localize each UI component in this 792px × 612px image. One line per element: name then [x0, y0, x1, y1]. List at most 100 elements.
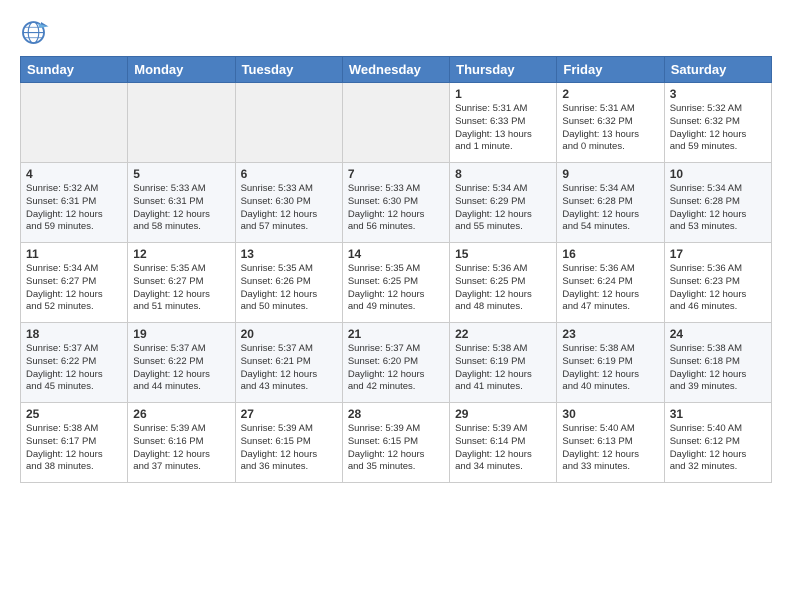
day-number: 30: [562, 407, 658, 421]
page: SundayMondayTuesdayWednesdayThursdayFrid…: [0, 0, 792, 499]
day-info: Sunrise: 5:31 AM Sunset: 6:33 PM Dayligh…: [455, 103, 551, 154]
day-number: 28: [348, 407, 444, 421]
calendar-cell: 14 Sunrise: 5:35 AM Sunset: 6:25 PM Dayli…: [342, 243, 449, 323]
calendar-cell: [235, 83, 342, 163]
day-number: 16: [562, 247, 658, 261]
day-header-saturday: Saturday: [664, 57, 771, 83]
calendar-body: 1 Sunrise: 5:31 AM Sunset: 6:33 PM Daylig…: [21, 83, 772, 483]
day-info: Sunrise: 5:39 AM Sunset: 6:15 PM Dayligh…: [241, 423, 337, 474]
day-info: Sunrise: 5:40 AM Sunset: 6:12 PM Dayligh…: [670, 423, 766, 474]
day-number: 3: [670, 87, 766, 101]
day-info: Sunrise: 5:39 AM Sunset: 6:16 PM Dayligh…: [133, 423, 229, 474]
day-info: Sunrise: 5:31 AM Sunset: 6:32 PM Dayligh…: [562, 103, 658, 154]
day-info: Sunrise: 5:34 AM Sunset: 6:28 PM Dayligh…: [562, 183, 658, 234]
day-number: 1: [455, 87, 551, 101]
day-info: Sunrise: 5:39 AM Sunset: 6:14 PM Dayligh…: [455, 423, 551, 474]
day-number: 6: [241, 167, 337, 181]
day-info: Sunrise: 5:35 AM Sunset: 6:27 PM Dayligh…: [133, 263, 229, 314]
day-info: Sunrise: 5:32 AM Sunset: 6:31 PM Dayligh…: [26, 183, 122, 234]
day-info: Sunrise: 5:35 AM Sunset: 6:26 PM Dayligh…: [241, 263, 337, 314]
week-row-1: 1 Sunrise: 5:31 AM Sunset: 6:33 PM Daylig…: [21, 83, 772, 163]
day-number: 26: [133, 407, 229, 421]
day-header-thursday: Thursday: [450, 57, 557, 83]
day-info: Sunrise: 5:38 AM Sunset: 6:19 PM Dayligh…: [455, 343, 551, 394]
day-number: 31: [670, 407, 766, 421]
day-number: 23: [562, 327, 658, 341]
day-info: Sunrise: 5:36 AM Sunset: 6:25 PM Dayligh…: [455, 263, 551, 314]
day-header-tuesday: Tuesday: [235, 57, 342, 83]
day-info: Sunrise: 5:36 AM Sunset: 6:23 PM Dayligh…: [670, 263, 766, 314]
calendar-cell: 4 Sunrise: 5:32 AM Sunset: 6:31 PM Daylig…: [21, 163, 128, 243]
day-number: 25: [26, 407, 122, 421]
day-number: 27: [241, 407, 337, 421]
day-info: Sunrise: 5:34 AM Sunset: 6:29 PM Dayligh…: [455, 183, 551, 234]
header-row: SundayMondayTuesdayWednesdayThursdayFrid…: [21, 57, 772, 83]
calendar-cell: 7 Sunrise: 5:33 AM Sunset: 6:30 PM Daylig…: [342, 163, 449, 243]
day-number: 4: [26, 167, 122, 181]
calendar-cell: 23 Sunrise: 5:38 AM Sunset: 6:19 PM Dayli…: [557, 323, 664, 403]
day-info: Sunrise: 5:37 AM Sunset: 6:21 PM Dayligh…: [241, 343, 337, 394]
calendar-cell: 19Sunrise: 5:37 AM Sunset: 6:22 PM Dayli…: [128, 323, 235, 403]
calendar-cell: 27 Sunrise: 5:39 AM Sunset: 6:15 PM Dayli…: [235, 403, 342, 483]
calendar-cell: 6 Sunrise: 5:33 AM Sunset: 6:30 PM Daylig…: [235, 163, 342, 243]
calendar-cell: 9 Sunrise: 5:34 AM Sunset: 6:28 PM Daylig…: [557, 163, 664, 243]
day-info: Sunrise: 5:33 AM Sunset: 6:30 PM Dayligh…: [348, 183, 444, 234]
calendar-cell: 17 Sunrise: 5:36 AM Sunset: 6:23 PM Dayli…: [664, 243, 771, 323]
calendar-cell: 22Sunrise: 5:38 AM Sunset: 6:19 PM Dayli…: [450, 323, 557, 403]
calendar: SundayMondayTuesdayWednesdayThursdayFrid…: [20, 56, 772, 483]
day-number: 12: [133, 247, 229, 261]
calendar-cell: 29 Sunrise: 5:39 AM Sunset: 6:14 PM Dayli…: [450, 403, 557, 483]
calendar-cell: 24 Sunrise: 5:38 AM Sunset: 6:18 PM Dayli…: [664, 323, 771, 403]
day-info: Sunrise: 5:36 AM Sunset: 6:24 PM Dayligh…: [562, 263, 658, 314]
day-number: 24: [670, 327, 766, 341]
calendar-cell: 16 Sunrise: 5:36 AM Sunset: 6:24 PM Dayli…: [557, 243, 664, 323]
calendar-cell: [21, 83, 128, 163]
calendar-cell: 2Sunrise: 5:31 AM Sunset: 6:32 PM Daylig…: [557, 83, 664, 163]
day-number: 5: [133, 167, 229, 181]
day-info: Sunrise: 5:37 AM Sunset: 6:22 PM Dayligh…: [133, 343, 229, 394]
week-row-5: 25Sunrise: 5:38 AM Sunset: 6:17 PM Dayli…: [21, 403, 772, 483]
week-row-3: 11Sunrise: 5:34 AM Sunset: 6:27 PM Dayli…: [21, 243, 772, 323]
day-info: Sunrise: 5:37 AM Sunset: 6:22 PM Dayligh…: [26, 343, 122, 394]
calendar-cell: 3 Sunrise: 5:32 AM Sunset: 6:32 PM Daylig…: [664, 83, 771, 163]
day-number: 7: [348, 167, 444, 181]
calendar-cell: 30 Sunrise: 5:40 AM Sunset: 6:13 PM Dayli…: [557, 403, 664, 483]
day-info: Sunrise: 5:33 AM Sunset: 6:30 PM Dayligh…: [241, 183, 337, 234]
calendar-cell: 8 Sunrise: 5:34 AM Sunset: 6:29 PM Daylig…: [450, 163, 557, 243]
day-info: Sunrise: 5:39 AM Sunset: 6:15 PM Dayligh…: [348, 423, 444, 474]
day-info: Sunrise: 5:40 AM Sunset: 6:13 PM Dayligh…: [562, 423, 658, 474]
day-info: Sunrise: 5:33 AM Sunset: 6:31 PM Dayligh…: [133, 183, 229, 234]
header: [20, 16, 772, 46]
day-number: 13: [241, 247, 337, 261]
calendar-cell: 18 Sunrise: 5:37 AM Sunset: 6:22 PM Dayli…: [21, 323, 128, 403]
calendar-cell: 11Sunrise: 5:34 AM Sunset: 6:27 PM Dayli…: [21, 243, 128, 323]
calendar-cell: 25Sunrise: 5:38 AM Sunset: 6:17 PM Dayli…: [21, 403, 128, 483]
day-number: 8: [455, 167, 551, 181]
day-info: Sunrise: 5:38 AM Sunset: 6:19 PM Dayligh…: [562, 343, 658, 394]
day-number: 29: [455, 407, 551, 421]
day-info: Sunrise: 5:34 AM Sunset: 6:28 PM Dayligh…: [670, 183, 766, 234]
day-number: 9: [562, 167, 658, 181]
logo: [20, 16, 52, 46]
calendar-cell: 15Sunrise: 5:36 AM Sunset: 6:25 PM Dayli…: [450, 243, 557, 323]
calendar-cell: 13 Sunrise: 5:35 AM Sunset: 6:26 PM Dayli…: [235, 243, 342, 323]
day-info: Sunrise: 5:35 AM Sunset: 6:25 PM Dayligh…: [348, 263, 444, 314]
day-number: 21: [348, 327, 444, 341]
day-number: 14: [348, 247, 444, 261]
day-info: Sunrise: 5:38 AM Sunset: 6:18 PM Dayligh…: [670, 343, 766, 394]
logo-icon: [20, 16, 50, 46]
calendar-cell: 12 Sunrise: 5:35 AM Sunset: 6:27 PM Dayli…: [128, 243, 235, 323]
calendar-cell: 20Sunrise: 5:37 AM Sunset: 6:21 PM Dayli…: [235, 323, 342, 403]
day-info: Sunrise: 5:34 AM Sunset: 6:27 PM Dayligh…: [26, 263, 122, 314]
day-header-wednesday: Wednesday: [342, 57, 449, 83]
calendar-cell: [342, 83, 449, 163]
calendar-cell: 5 Sunrise: 5:33 AM Sunset: 6:31 PM Daylig…: [128, 163, 235, 243]
day-info: Sunrise: 5:32 AM Sunset: 6:32 PM Dayligh…: [670, 103, 766, 154]
day-number: 17: [670, 247, 766, 261]
calendar-cell: 26 Sunrise: 5:39 AM Sunset: 6:16 PM Dayli…: [128, 403, 235, 483]
week-row-4: 18 Sunrise: 5:37 AM Sunset: 6:22 PM Dayli…: [21, 323, 772, 403]
day-info: Sunrise: 5:37 AM Sunset: 6:20 PM Dayligh…: [348, 343, 444, 394]
calendar-cell: 10Sunrise: 5:34 AM Sunset: 6:28 PM Dayli…: [664, 163, 771, 243]
day-number: 18: [26, 327, 122, 341]
calendar-cell: 31 Sunrise: 5:40 AM Sunset: 6:12 PM Dayli…: [664, 403, 771, 483]
